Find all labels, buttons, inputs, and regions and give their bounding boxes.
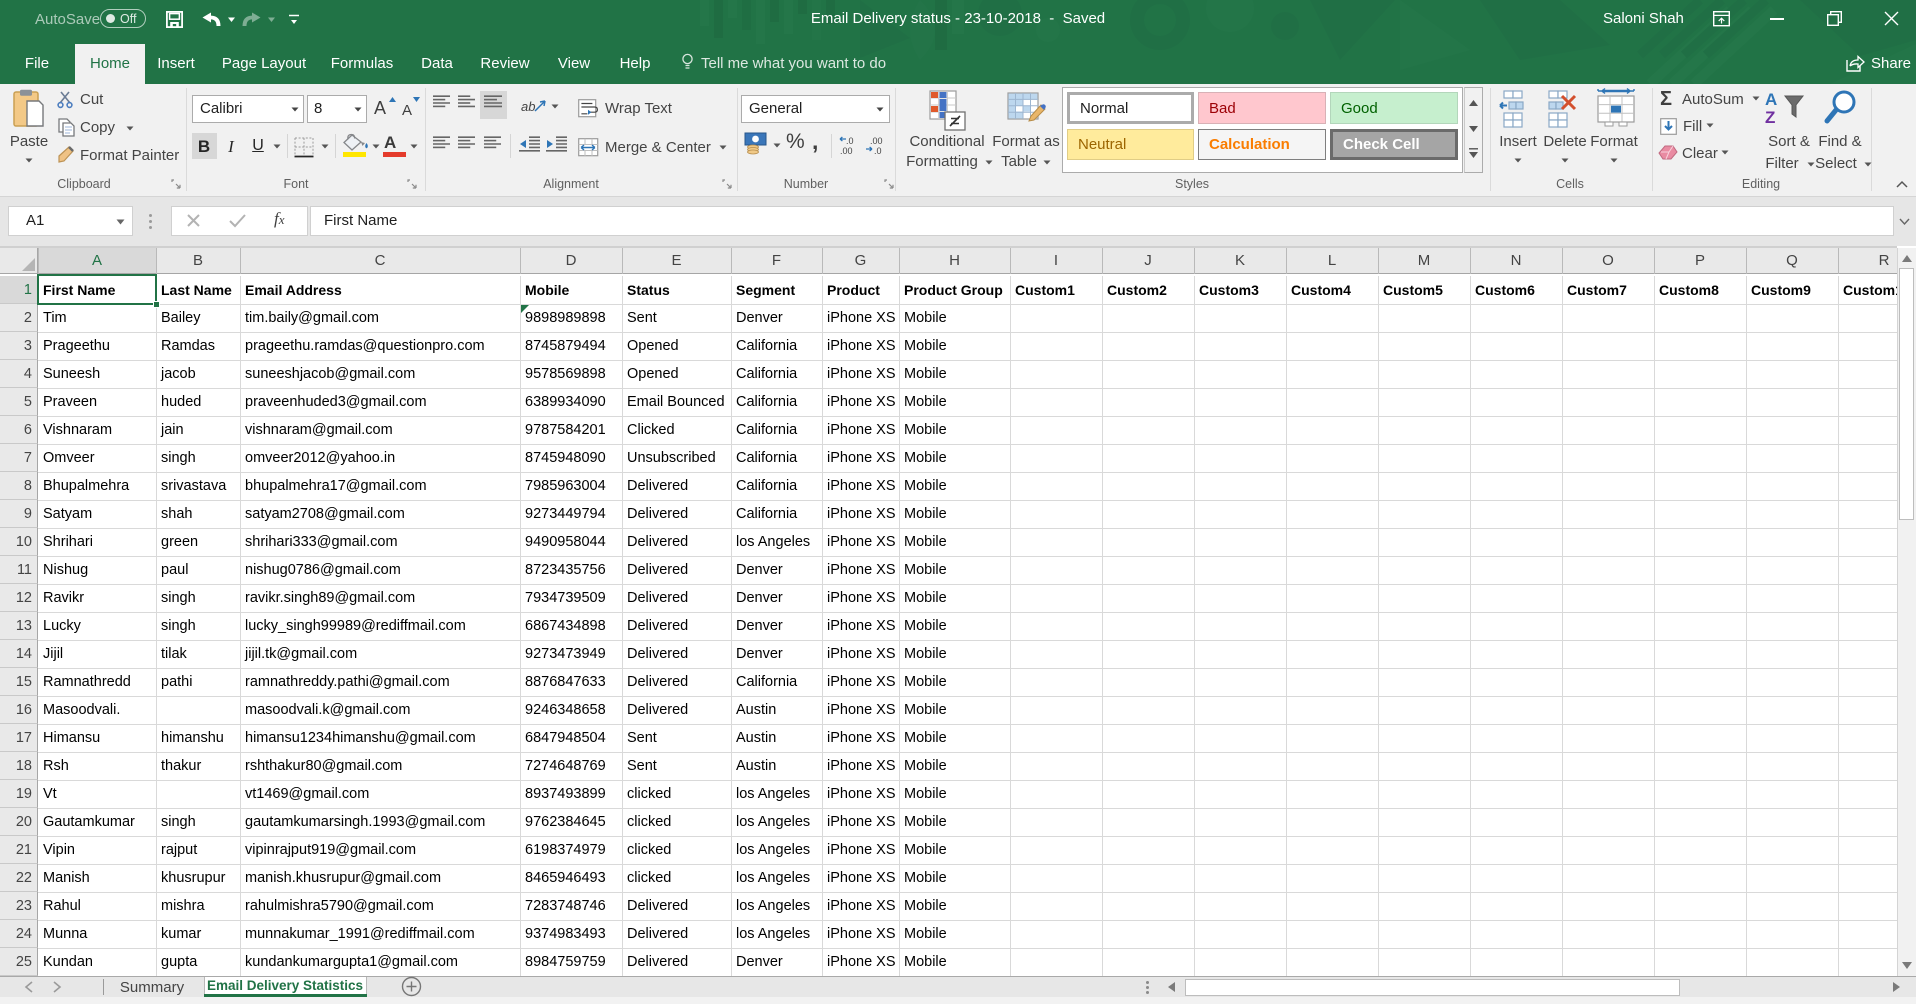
svg-text:.0: .0 xyxy=(874,146,882,156)
svg-text:A: A xyxy=(1765,90,1777,109)
svg-text:.00: .00 xyxy=(840,146,853,156)
svg-text:.00: .00 xyxy=(870,136,883,146)
svg-text:Z: Z xyxy=(1765,108,1775,127)
svg-text:.0: .0 xyxy=(846,136,854,146)
svg-text:ab: ab xyxy=(521,99,535,114)
